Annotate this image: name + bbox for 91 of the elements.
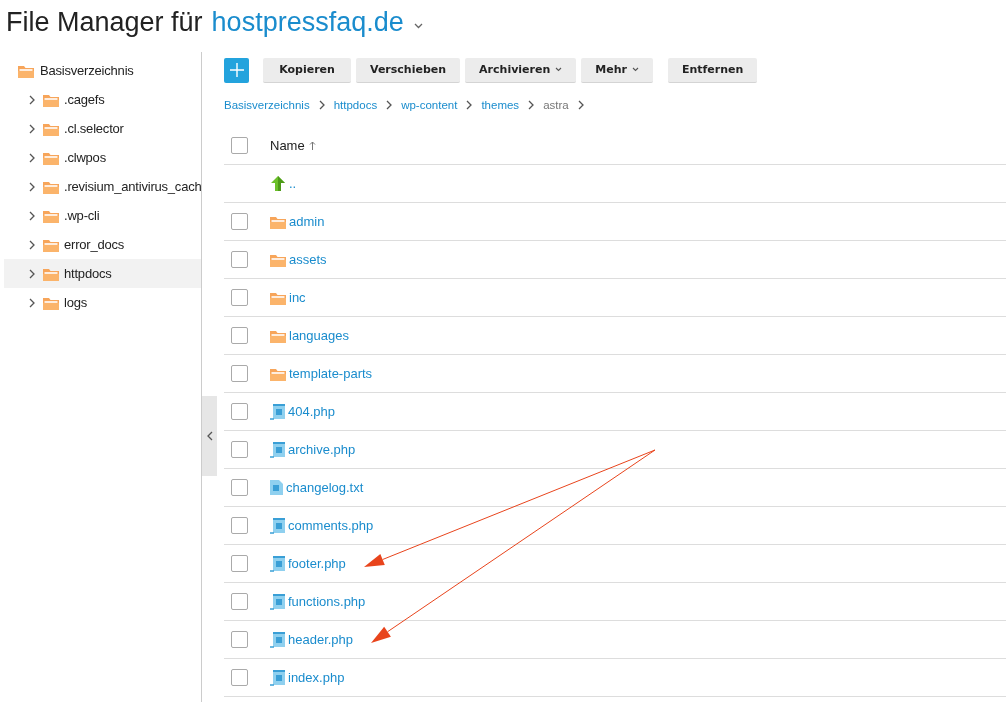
row-checkbox[interactable] (231, 403, 248, 420)
row-checkbox[interactable] (231, 251, 248, 268)
expand-chevron-icon[interactable] (28, 268, 36, 279)
script-file-icon (270, 403, 285, 420)
file-name-link[interactable]: archive.php (288, 442, 356, 457)
file-name-link[interactable]: header.php (288, 632, 354, 647)
script-file-icon (270, 593, 285, 610)
folder-icon (43, 266, 59, 281)
column-header[interactable]: Name (270, 138, 305, 153)
folder-icon (270, 214, 286, 229)
tree-item[interactable]: .cagefs (4, 85, 201, 114)
tree-item[interactable]: .clwpos (4, 143, 201, 172)
tree-item[interactable]: .wp-cli (4, 201, 201, 230)
row-checkbox[interactable] (231, 213, 248, 230)
chevron-right-icon (317, 100, 326, 110)
script-file-icon (270, 669, 285, 686)
tree-item[interactable]: logs (4, 288, 201, 317)
row-checkbox[interactable] (231, 555, 248, 572)
expand-chevron-icon[interactable] (28, 297, 36, 308)
tree-item[interactable]: .revisium_antivirus_cach (4, 172, 202, 201)
file-name-link[interactable]: footer.php (288, 556, 346, 571)
toolbar-button[interactable]: Mehr (581, 57, 653, 83)
script-file-icon (270, 631, 285, 648)
folder-icon (43, 92, 59, 107)
file-name-link[interactable]: index.php (288, 670, 345, 685)
folder-icon (18, 63, 34, 78)
chevron-right-icon (576, 100, 585, 110)
row-checkbox[interactable] (231, 479, 248, 496)
toolbar-button[interactable]: Entfernen (667, 57, 758, 83)
file-name-link[interactable]: functions.php (288, 594, 366, 609)
file-name-link[interactable]: changelog.txt (286, 480, 364, 495)
file-name-link[interactable]: assets (289, 252, 327, 267)
folder-icon (43, 150, 59, 165)
text-file-icon (270, 480, 283, 495)
tree-item[interactable]: Basisverzeichnis (0, 56, 201, 85)
chevron-right-icon (385, 100, 394, 110)
file-name-link[interactable]: languages (289, 328, 349, 343)
collapse-handle[interactable] (202, 396, 217, 476)
folder-icon (270, 366, 286, 381)
file-name-link[interactable]: template-parts (289, 366, 373, 381)
script-file-icon (270, 517, 285, 534)
toolbar-button[interactable]: Verschieben (356, 57, 461, 83)
domain-link[interactable]: hostpressfaq.de (211, 6, 404, 38)
add-button[interactable] (224, 57, 249, 83)
expand-chevron-icon[interactable] (28, 181, 36, 192)
file-name-link[interactable]: admin (289, 214, 325, 229)
script-file-icon (270, 555, 285, 572)
toolbar-button[interactable]: Archivieren (465, 57, 577, 83)
tree-item[interactable]: httpdocs (4, 259, 201, 288)
expand-chevron-icon[interactable] (28, 210, 36, 221)
breadcrumb-link[interactable]: themes (481, 99, 520, 111)
row-checkbox[interactable] (231, 365, 248, 382)
chevron-right-icon (465, 100, 474, 110)
folder-icon (270, 328, 286, 343)
up-arrow-icon (270, 176, 286, 191)
breadcrumb-link[interactable]: Basisverzeichnis (224, 99, 310, 111)
expand-chevron-icon[interactable] (28, 94, 36, 105)
breadcrumb-link[interactable]: httpdocs (333, 99, 378, 111)
row-checkbox[interactable] (231, 669, 248, 686)
expand-chevron-icon[interactable] (28, 152, 36, 163)
file-name-link[interactable]: inc (289, 290, 306, 305)
row-checkbox[interactable] (231, 631, 248, 648)
caret-icon[interactable] (413, 23, 423, 29)
toolbar-button[interactable]: Kopieren (263, 57, 351, 83)
folder-icon (43, 295, 59, 310)
folder-icon (43, 179, 59, 194)
folder-icon (43, 237, 59, 252)
tree-item[interactable]: .cl.selector (4, 114, 201, 143)
script-file-icon (270, 441, 285, 458)
folder-icon (270, 290, 286, 305)
file-name-link[interactable]: .. (289, 176, 297, 191)
file-name-link[interactable]: comments.php (288, 518, 374, 533)
file-name-link[interactable]: 404.php (288, 404, 335, 419)
plus-icon (229, 63, 244, 77)
select-all-checkbox[interactable] (231, 137, 248, 154)
chevron-right-icon (527, 100, 536, 110)
row-checkbox[interactable] (231, 593, 248, 610)
tree-item[interactable]: error_docs (4, 230, 201, 259)
row-checkbox[interactable] (231, 441, 248, 458)
chevron-left-icon (205, 431, 214, 441)
breadcrumb-link[interactable]: wp-content (401, 99, 458, 111)
page-title: File Manager für (6, 6, 203, 38)
expand-chevron-icon[interactable] (28, 123, 36, 134)
row-checkbox[interactable] (231, 517, 248, 534)
expand-chevron-icon[interactable] (28, 239, 36, 250)
folder-icon (43, 208, 59, 223)
row-checkbox[interactable] (231, 289, 248, 306)
breadcrumb-current: astra (543, 99, 569, 111)
folder-icon (270, 252, 286, 267)
row-checkbox[interactable] (231, 327, 248, 344)
folder-icon (43, 121, 59, 136)
